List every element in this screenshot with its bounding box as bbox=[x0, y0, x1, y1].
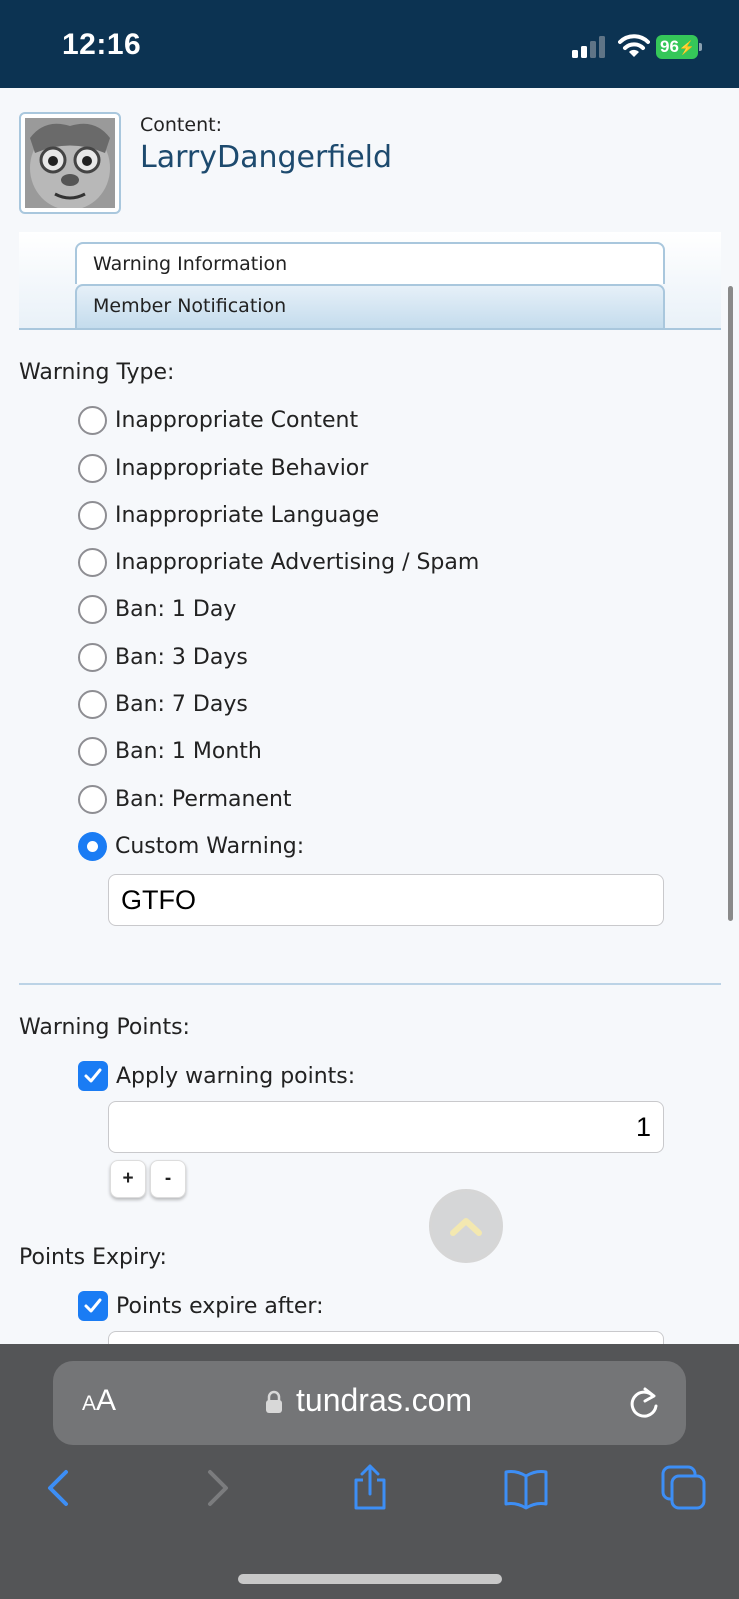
scrollbar[interactable] bbox=[728, 286, 733, 921]
points-expire-option[interactable]: Points expire after: bbox=[78, 1289, 324, 1323]
divider bbox=[19, 983, 721, 985]
radio-label: Ban: 1 Day bbox=[115, 596, 237, 622]
radio-label: Ban: 3 Days bbox=[115, 644, 248, 670]
radio-label: Inappropriate Language bbox=[115, 502, 380, 528]
decrement-button[interactable]: - bbox=[150, 1160, 186, 1198]
reload-icon[interactable] bbox=[627, 1384, 661, 1420]
radio-button[interactable] bbox=[78, 500, 107, 530]
radio-label: Inappropriate Content bbox=[115, 407, 359, 433]
tab-member-notification[interactable]: Member Notification bbox=[75, 284, 665, 328]
apply-points-checkbox[interactable] bbox=[78, 1061, 108, 1091]
points-expire-label: Points expire after: bbox=[116, 1293, 324, 1319]
tab-bar: Warning Information Member Notification bbox=[19, 232, 721, 330]
radio-button[interactable] bbox=[78, 547, 107, 577]
scroll-to-top-button[interactable] bbox=[429, 1189, 503, 1263]
apply-warning-points-option[interactable]: Apply warning points: bbox=[78, 1059, 355, 1093]
increment-button[interactable]: + bbox=[110, 1160, 146, 1198]
points-expiry-label: Points Expiry: bbox=[19, 1245, 167, 1270]
warning-type-label: Warning Type: bbox=[19, 360, 175, 385]
home-indicator bbox=[238, 1574, 502, 1584]
custom-warning-input[interactable] bbox=[108, 874, 664, 926]
radio-option-custom[interactable]: Custom Warning: bbox=[78, 829, 304, 863]
radio-option[interactable]: Ban: 3 Days bbox=[78, 640, 248, 674]
radio-label: Ban: Permanent bbox=[115, 786, 292, 812]
apply-points-label: Apply warning points: bbox=[116, 1063, 356, 1089]
radio-option[interactable]: Inappropriate Language bbox=[78, 498, 379, 532]
checkmark-icon bbox=[84, 1068, 102, 1083]
book-icon[interactable] bbox=[502, 1464, 550, 1512]
tab-warning-information[interactable]: Warning Information bbox=[75, 242, 665, 284]
content-label: Content: bbox=[140, 114, 222, 136]
radio-option[interactable]: Inappropriate Advertising / Spam bbox=[78, 545, 479, 579]
text-size-button[interactable]: AA bbox=[82, 1384, 116, 1418]
status-time: 12:16 bbox=[62, 28, 142, 61]
avatar-image bbox=[25, 118, 115, 208]
warning-points-label: Warning Points: bbox=[19, 1015, 190, 1040]
radio-label: Ban: 1 Month bbox=[115, 738, 262, 764]
radio-label: Ban: 7 Days bbox=[115, 691, 248, 717]
checkmark-icon bbox=[84, 1298, 102, 1313]
points-expire-checkbox[interactable] bbox=[78, 1291, 108, 1321]
aa-large-label: A bbox=[96, 1384, 117, 1417]
radio-option[interactable]: Ban: Permanent bbox=[78, 782, 292, 816]
battery-indicator: 96⚡ bbox=[656, 35, 702, 59]
chevron-right-icon[interactable] bbox=[192, 1464, 240, 1512]
radio-label: Inappropriate Advertising / Spam bbox=[115, 549, 480, 575]
chevron-left-icon[interactable] bbox=[36, 1464, 84, 1512]
wifi-icon bbox=[618, 34, 650, 57]
username-link[interactable]: LarryDangerfield bbox=[140, 140, 392, 175]
radio-button[interactable] bbox=[78, 784, 107, 814]
url-text[interactable]: tundras.com bbox=[296, 1382, 472, 1419]
radio-label: Inappropriate Behavior bbox=[115, 455, 369, 481]
chevron-up-icon bbox=[450, 1218, 482, 1236]
radio-button-selected[interactable] bbox=[78, 831, 107, 861]
radio-button[interactable] bbox=[78, 642, 107, 672]
radio-option[interactable]: Inappropriate Content bbox=[78, 403, 358, 437]
radio-button[interactable] bbox=[78, 736, 107, 766]
warning-points-input[interactable] bbox=[108, 1101, 664, 1153]
radio-button[interactable] bbox=[78, 594, 107, 624]
battery-level: 96 bbox=[660, 37, 679, 56]
signal-bars-icon bbox=[572, 36, 605, 58]
lock-icon bbox=[266, 1390, 282, 1413]
share-icon[interactable] bbox=[346, 1464, 394, 1512]
radio-button[interactable] bbox=[78, 689, 107, 719]
avatar[interactable] bbox=[19, 112, 121, 214]
radio-option[interactable]: Ban: 1 Day bbox=[78, 592, 236, 626]
aa-small-label: A bbox=[82, 1392, 97, 1415]
radio-button[interactable] bbox=[78, 453, 107, 483]
radio-option[interactable]: Inappropriate Behavior bbox=[78, 451, 368, 485]
radio-label: Custom Warning: bbox=[115, 833, 305, 859]
radio-button[interactable] bbox=[78, 405, 107, 435]
radio-option[interactable]: Ban: 7 Days bbox=[78, 687, 248, 721]
tabs-icon[interactable] bbox=[660, 1464, 708, 1512]
radio-option[interactable]: Ban: 1 Month bbox=[78, 734, 262, 768]
